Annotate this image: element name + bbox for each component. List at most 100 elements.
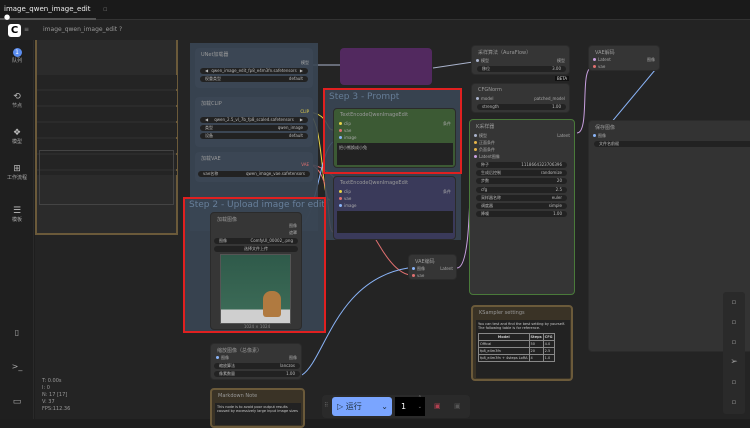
canvas-toolbar: ▫ ▫ ▫ ➢ ▫ ▫ (723, 292, 745, 414)
input-negative[interactable]: 负面条件 (472, 147, 495, 153)
node-title: 加载CLIP (201, 101, 222, 107)
input-image[interactable]: 图像 (214, 355, 229, 361)
graph-canvas[interactable]: UNet加载器 模型 ◀ qwen_image_edit_fp8_e4m3fn.s… (35, 40, 750, 428)
run-label: 运行 (345, 402, 362, 411)
node-ksampler-settings-note[interactable]: KSampler settings You can test and find … (471, 305, 573, 381)
output-latent[interactable]: Latent (557, 133, 570, 138)
control-after-generate-widget[interactable]: 生成后控制 randomize (476, 170, 567, 176)
input-model[interactable]: 模型 (472, 133, 487, 139)
shift-widget[interactable]: 移位 3.00 (477, 66, 566, 72)
input-vae[interactable]: vae (337, 196, 351, 201)
negative-prompt-textarea[interactable] (337, 211, 453, 233)
output-vae[interactable]: VAE (301, 162, 309, 167)
sidebar-item-queue[interactable]: 1 队列 (0, 48, 34, 64)
cfg-widget[interactable]: cfg 2.5 (476, 187, 567, 193)
toggle-links-icon[interactable]: ▫ (723, 372, 745, 392)
table-row: fp8_e4m3fn + 4steps LoRA 4 1.0 (478, 354, 555, 362)
chevron-down-icon[interactable]: ⌄ (381, 397, 388, 416)
scheduler-widget[interactable]: 调度器 simple (476, 203, 567, 209)
node-vae-loader[interactable]: 加载VAE VAE vae名称 qwen_image_vae.safetensor… (195, 152, 313, 182)
drag-handle-icon[interactable]: ⠿ (324, 402, 328, 409)
sidebar-item-templates[interactable]: ☰ 模板 (0, 206, 34, 223)
table-row: fp8_e4m3fn 20 2.5 (478, 347, 555, 355)
menu-icon[interactable]: ≡ (24, 26, 29, 33)
input-image[interactable]: image (337, 203, 356, 208)
input-latent[interactable]: Latent图像 (472, 154, 500, 160)
cancel-icon[interactable]: ▣ (434, 402, 441, 410)
node-vae-encode[interactable]: VAE编码 图像 vae Latent (408, 254, 457, 280)
input-model[interactable]: model (474, 96, 493, 101)
node-ksampler[interactable]: K采样器 模型 正面条件 负面条件 Latent图像 Latent 种子 1118… (469, 119, 575, 295)
sidebar-item-models[interactable]: ❖ 模型 (0, 128, 34, 145)
zoom-in-icon[interactable]: ▫ (723, 312, 745, 332)
seed-widget[interactable]: 种子 1118664323706396 (476, 162, 567, 168)
denoise-widget[interactable]: 降噪 1.00 (476, 211, 567, 217)
upscale-method-widget[interactable]: 缩放算法 lanczos (214, 363, 300, 369)
notes-panel (35, 40, 178, 235)
node-icon: ⟲ (13, 92, 21, 102)
megapixels-widget[interactable]: 像素数量 1.00 (214, 371, 300, 377)
comfy-logo[interactable]: C (8, 24, 21, 37)
fit-view-icon[interactable]: ▫ (723, 292, 745, 312)
keyboard-icon[interactable]: ▭ (0, 397, 34, 407)
input-image[interactable]: 图像 (410, 266, 425, 272)
clip-device-widget[interactable]: 设备 default (200, 133, 308, 139)
terminal-icon[interactable]: >_ (0, 362, 34, 371)
node-text-encode-negative[interactable]: TextEncodeQwenImageEdit clip vae image 条… (333, 176, 456, 240)
output-image[interactable]: 图像 (289, 355, 297, 361)
help-icon[interactable]: ▯ (0, 328, 34, 337)
sampler-name-widget[interactable]: 采样器名称 euler (476, 195, 567, 201)
output-clip[interactable]: CLIP (300, 109, 309, 114)
run-button[interactable]: ▷ 运行 ⌄ (332, 397, 392, 416)
output-latent[interactable]: Latent (440, 266, 453, 271)
weight-dtype-widget[interactable]: 权重类型 default (200, 76, 308, 82)
node-cfgnorm[interactable]: CFGNorm model patched_model strength 1.00 (471, 83, 570, 113)
zoom-out-icon[interactable]: ▫ (723, 332, 745, 352)
node-title: TextEncodeQwenImageEdit (340, 180, 409, 186)
new-tab-icon[interactable]: ▫ (103, 5, 108, 13)
input-vae[interactable]: vae (591, 64, 605, 69)
input-latent[interactable]: Latent (591, 57, 611, 62)
unet-name-widget[interactable]: ◀ qwen_image_edit_fp8_e4m3fn.safetensors ▶ (200, 68, 308, 74)
node-title: KSampler settings (479, 310, 525, 316)
sidebar-item-workflows[interactable]: ⊞ 工作流程 (0, 164, 34, 181)
input-model[interactable]: 模型 (474, 58, 489, 64)
input-clip[interactable]: clip (337, 189, 351, 194)
workflow-icon: ⊞ (13, 164, 21, 174)
vae-name-widget[interactable]: vae名称 qwen_image_vae.safetensors (198, 171, 310, 177)
input-image[interactable]: 图像 (591, 133, 606, 139)
breadcrumb[interactable]: image_qwen_image_edit ? (43, 26, 122, 33)
node-model-sampling-auraflow[interactable]: 采样算法（AuraFlow） 模型 模型 移位 3.00 (471, 45, 570, 75)
input-positive[interactable]: 正面条件 (472, 140, 495, 146)
node-scale-image[interactable]: 缩放图像（总像素） 图像 图像 缩放算法 lanczos 像素数量 1.00 (210, 343, 302, 380)
note-text: You can test and find the best setting b… (478, 322, 565, 330)
steps-widget[interactable]: 步数 20 (476, 178, 567, 184)
node-unet-loader[interactable]: UNet加载器 模型 ◀ qwen_image_edit_fp8_e4m3fn.s… (195, 48, 313, 88)
strength-widget[interactable]: strength 1.00 (477, 104, 566, 110)
output-conditioning[interactable]: 条件 (443, 189, 451, 195)
batch-count-input[interactable]: 1 ⌃ ⌄ (395, 395, 425, 416)
output-model[interactable]: 模型 (557, 58, 565, 64)
note-text: This node is to avoid poor output result… (215, 403, 301, 425)
node-markdown-note[interactable]: Markdown Note This node is to avoid poor… (210, 388, 305, 428)
select-mode-icon[interactable]: ➢ (723, 352, 745, 372)
filename-prefix-widget[interactable]: 文件名前缀 (594, 141, 750, 147)
node-clip-loader[interactable]: 加载CLIP CLIP ◀ qwen_2.5_vl_7b_fp8_scaled.s… (195, 97, 313, 147)
table-row: Offical 50 4.0 (478, 340, 555, 348)
sidebar-label: 队列 (11, 58, 22, 64)
tab-workflow[interactable]: image_qwen_image_edit ● (0, 0, 96, 21)
input-vae[interactable]: vae (410, 273, 424, 278)
clip-type-widget[interactable]: 类型 qwen_image (200, 125, 308, 131)
sidebar-item-nodes[interactable]: ⟲ 节点 (0, 92, 34, 109)
output-model[interactable]: 模型 (301, 60, 309, 66)
node-title: 加载VAE (201, 156, 221, 162)
minimap-icon[interactable]: ▫ (723, 392, 745, 412)
node-bypassed[interactable] (340, 48, 432, 85)
clear-queue-icon[interactable]: ▣ (454, 402, 461, 410)
clip-name-widget[interactable]: ◀ qwen_2.5_vl_7b_fp8_scaled.safetensors ▶ (200, 117, 308, 123)
sidebar-label: 模板 (11, 217, 22, 223)
output-image[interactable]: 图像 (647, 57, 655, 63)
output-patched-model[interactable]: patched_model (534, 96, 565, 101)
notes-code-block (39, 150, 174, 205)
node-vae-decode[interactable]: VAE解码 Latent vae 图像 (588, 45, 660, 71)
